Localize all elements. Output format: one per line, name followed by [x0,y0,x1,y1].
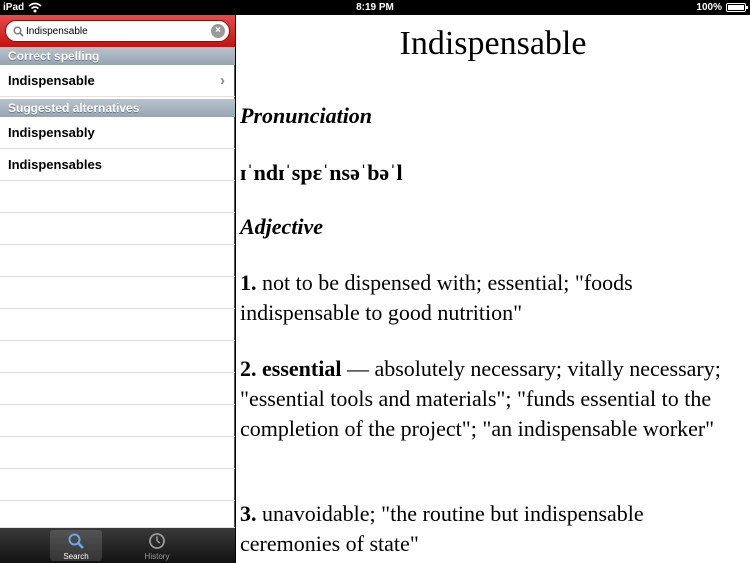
pronunciation-text: ɪˈndɪˈspɛˈnsəˈbəˈl [240,160,403,185]
search-input[interactable] [26,23,211,39]
empty-row [0,277,235,309]
clock-icon [149,533,165,549]
empty-row [0,501,235,528]
battery-icon [726,3,748,12]
search-bar: × [0,15,235,47]
empty-row [0,213,235,245]
sidebar: × Correct spelling Indispensable › Sugge… [0,15,235,563]
empty-row [0,309,235,341]
list-item-alternative[interactable]: Indispensably [0,117,235,149]
magnifier-icon [68,533,84,549]
empty-row [0,341,235,373]
word-title: Indispensable [399,25,587,62]
definition-text: unavoidable; "the routine but indispensa… [240,501,644,556]
part-of-speech: Adjective [240,214,324,239]
empty-row [0,469,235,501]
list-item-label: Indispensables [8,157,102,172]
definition-number: 2. [240,356,257,381]
definition-number: 1. [240,270,257,295]
chevron-right-icon: › [220,72,225,89]
tab-search[interactable]: Search [50,530,102,561]
definition-number: 3. [240,501,257,526]
empty-row [0,373,235,405]
section-header-alternatives: Suggested alternatives [0,99,235,117]
definition-term: essential [256,356,342,381]
definition-pane: Indispensable Pronunciation ɪˈndɪˈspɛˈns… [236,15,750,563]
clock-time: 8:19 PM [356,2,394,13]
empty-row [0,181,235,213]
list-item-alternative[interactable]: Indispensables [0,149,235,181]
status-bar: iPad 8:19 PM 100% [0,0,750,15]
battery-fill [728,5,744,10]
search-field[interactable]: × [5,20,230,42]
clear-icon[interactable]: × [211,24,225,38]
tab-label: History [144,552,170,561]
list-item-label: Indispensable [8,73,95,88]
definition-text: not to be dispensed with; essential; "fo… [240,270,633,325]
tab-label: Search [63,552,89,561]
list-item-correct[interactable]: Indispensable › [0,65,235,97]
list-item-label: Indispensably [8,125,95,140]
definition-item: 3. unavoidable; "the routine but indispe… [240,499,745,559]
tab-bar: Search History [0,528,235,563]
empty-row [0,405,235,437]
pronunciation-heading: Pronunciation [240,103,373,128]
section-header-correct: Correct spelling [0,47,235,65]
definition-item: 1. not to be dispensed with; essential; … [240,268,745,328]
empty-row [0,245,235,277]
search-icon [13,26,24,37]
empty-row [0,437,235,469]
definition-item: 2. essential — absolutely necessary; vit… [240,354,745,444]
tab-history[interactable]: History [131,530,183,561]
battery-percent: 100% [696,2,722,13]
